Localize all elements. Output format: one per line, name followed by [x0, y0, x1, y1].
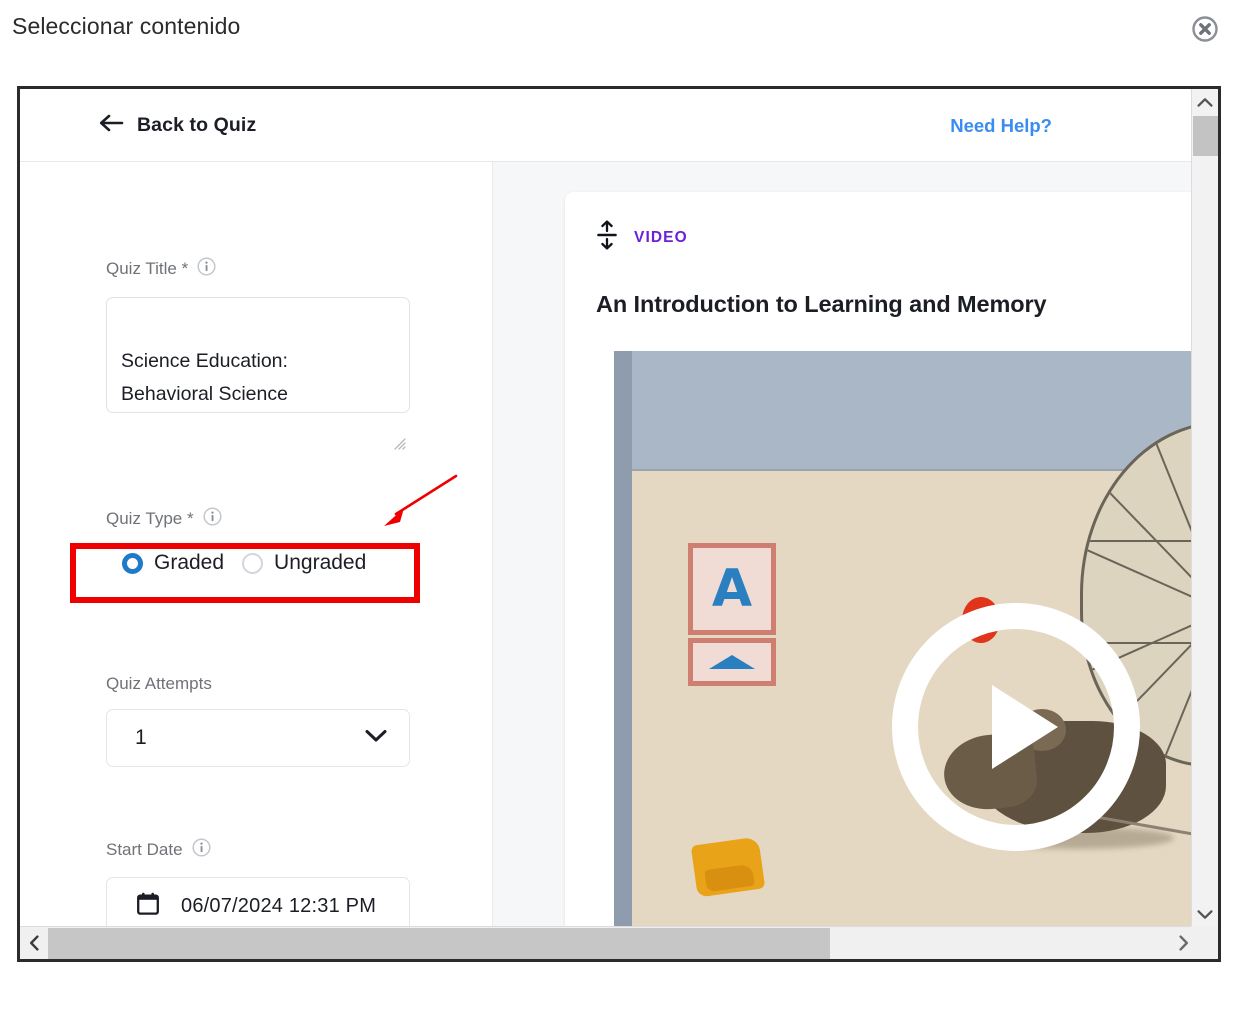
- scrollbar-corner: [1191, 926, 1218, 959]
- radio-label-graded: Graded: [154, 551, 225, 574]
- video-content-card[interactable]: VIDEO An Introduction to Learning and Me…: [565, 192, 1197, 927]
- frame-viewport: Back to Quiz Need Help? Quiz Title * Sci…: [20, 89, 1197, 927]
- content-split: Quiz Title * Science Education: Behavior…: [20, 162, 1197, 927]
- content-preview-pane: VIDEO An Introduction to Learning and Me…: [493, 162, 1197, 927]
- quiz-title-input[interactable]: Science Education: Behavioral Science: [106, 297, 410, 450]
- quiz-attempts-select[interactable]: 1: [106, 709, 410, 767]
- back-to-quiz-label: Back to Quiz: [137, 114, 257, 136]
- info-circle-icon[interactable]: [191, 838, 211, 862]
- embedded-content-frame: Back to Quiz Need Help? Quiz Title * Sci…: [17, 86, 1221, 962]
- quiz-attempts-label-text: Quiz Attempts: [106, 674, 212, 693]
- quiz-attempts-label: Quiz Attempts: [106, 674, 410, 694]
- thumb-sky: [614, 351, 1197, 469]
- dialog-header: Seleccionar contenido: [0, 0, 1238, 86]
- drag-vertical-handle-icon[interactable]: [596, 220, 618, 255]
- quiz-type-label: Quiz Type *: [106, 507, 382, 531]
- quiz-settings-pane: Quiz Title * Science Education: Behavior…: [20, 162, 493, 927]
- radio-indicator-unselected[interactable]: [242, 552, 264, 574]
- chevron-left-icon[interactable]: [20, 927, 48, 959]
- quiz-title-label-text: Quiz Title *: [106, 259, 189, 278]
- calendar-icon[interactable]: [137, 892, 159, 920]
- info-circle-icon[interactable]: [197, 257, 216, 281]
- start-date-input[interactable]: 06/07/2024 12:31 PM: [106, 877, 410, 927]
- content-title: An Introduction to Learning and Memory: [596, 291, 1047, 317]
- quiz-attempts-value: 1: [135, 726, 147, 749]
- start-date-value: 06/07/2024 12:31 PM: [181, 894, 377, 917]
- chevron-down-icon[interactable]: [1192, 901, 1218, 927]
- arrow-left-icon: [98, 113, 124, 138]
- page-title: Seleccionar contenido: [12, 13, 241, 39]
- start-date-field: Start Date 06/07/2024 12:31 PM: [106, 838, 410, 927]
- thumb-left-wall: [614, 351, 632, 927]
- quiz-attempts-field: Quiz Attempts 1: [106, 674, 410, 767]
- quiz-type-radio-group: Graded Ungraded: [106, 545, 382, 581]
- thumb-yellow-toy: [690, 836, 766, 898]
- radio-option-graded[interactable]: Graded: [122, 551, 224, 575]
- play-triangle: [992, 685, 1058, 769]
- quiz-type-field: Quiz Type * Graded Ungraded: [106, 507, 382, 581]
- radio-label-ungraded: Ungraded: [274, 551, 367, 574]
- thumb-floor-line: [632, 469, 1197, 471]
- card-kicker-row: VIDEO: [565, 220, 1197, 255]
- radio-indicator-selected[interactable]: [122, 552, 143, 574]
- chevron-down-icon[interactable]: [365, 729, 387, 748]
- quiz-title-field: Quiz Title * Science Education: Behavior…: [106, 257, 410, 450]
- vertical-scrollbar-thumb[interactable]: [1193, 116, 1218, 156]
- horizontal-scrollbar[interactable]: [20, 926, 1197, 959]
- resize-handle-icon[interactable]: [392, 395, 406, 450]
- start-date-label: Start Date: [106, 838, 410, 862]
- video-thumbnail-image: A: [614, 351, 1197, 927]
- radio-option-ungraded[interactable]: Ungraded: [242, 551, 366, 575]
- horizontal-scrollbar-thumb[interactable]: [48, 928, 830, 959]
- quiz-title-label: Quiz Title *: [106, 257, 410, 281]
- thumb-second-poster: [688, 638, 776, 686]
- vertical-scrollbar[interactable]: [1191, 89, 1218, 927]
- chevron-up-icon[interactable]: [1192, 89, 1218, 115]
- back-to-quiz-button[interactable]: Back to Quiz: [98, 113, 256, 138]
- play-button-icon[interactable]: [892, 603, 1140, 851]
- start-date-label-text: Start Date: [106, 840, 183, 859]
- thumb-letter-poster: A: [688, 543, 776, 635]
- need-help-link[interactable]: Need Help?: [950, 115, 1052, 137]
- close-icon[interactable]: [1190, 14, 1220, 44]
- info-circle-icon[interactable]: [203, 507, 222, 531]
- content-type-label: VIDEO: [634, 228, 688, 246]
- video-thumbnail[interactable]: A: [596, 339, 1197, 927]
- quiz-type-label-text: Quiz Type *: [106, 509, 194, 528]
- quiz-title-value: Science Education: Behavioral Science: [121, 350, 288, 405]
- app-toolbar: Back to Quiz Need Help?: [20, 89, 1197, 162]
